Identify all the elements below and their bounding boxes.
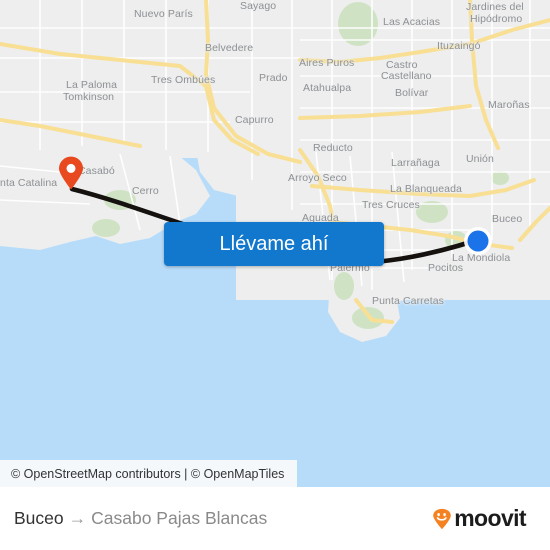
origin-pin-marker[interactable] [58, 156, 84, 190]
attribution-text: © OpenStreetMap contributors | © OpenMap… [11, 466, 285, 481]
map-pin-icon [59, 156, 83, 190]
trip-footer: Buceo → Casabo Pajas Blancas moovit [0, 487, 550, 550]
moovit-pin-icon [433, 508, 452, 529]
route-summary: Buceo → Casabo Pajas Blancas [14, 508, 267, 529]
map-dot-icon [464, 227, 492, 255]
map-attribution[interactable]: © OpenStreetMap contributors | © OpenMap… [0, 460, 297, 487]
arrow-icon: → [68, 508, 87, 528]
map-canvas[interactable]: Nuevo París Sayago Las Acacias Jardines del… [0, 0, 550, 487]
origin-name: Buceo [14, 508, 64, 528]
take-me-there-button[interactable]: Llévame ahí [164, 222, 384, 266]
moovit-logo[interactable]: moovit [431, 505, 536, 532]
moovit-trip-screen: Nuevo París Sayago Las Acacias Jardines del… [0, 0, 550, 550]
destination-dot-marker[interactable] [463, 226, 493, 256]
destination-name: Casabo Pajas Blancas [91, 508, 268, 528]
moovit-wordmark: moovit [454, 505, 526, 531]
take-me-there-label: Llévame ahí [219, 232, 329, 255]
